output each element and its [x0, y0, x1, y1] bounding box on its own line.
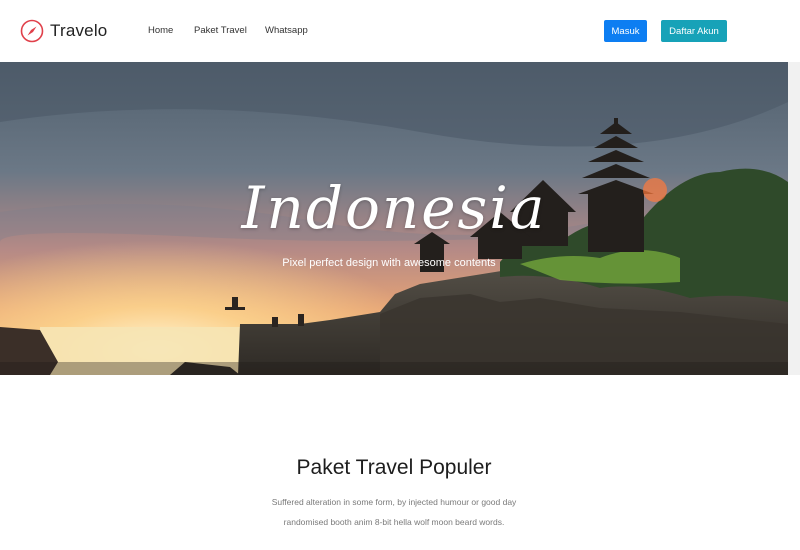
- brand-name: Travelo: [50, 21, 108, 40]
- hero-title: Indonesia: [241, 174, 547, 242]
- section-description-line-1: Suffered alteration in some form, by inj…: [271, 497, 517, 507]
- hero-scroll-edge: [788, 62, 800, 375]
- register-button[interactable]: Daftar Akun: [661, 20, 727, 42]
- nav-link-whatsapp[interactable]: Whatsapp: [265, 25, 308, 36]
- section-description: Suffered alteration in some form, by inj…: [0, 492, 788, 532]
- nav-link-paket-travel[interactable]: Paket Travel: [194, 25, 247, 36]
- nav-link-home[interactable]: Home: [148, 25, 173, 36]
- section-title: Paket Travel Populer: [296, 456, 492, 479]
- hero-banner: Indonesia Pixel perfect design with awes…: [0, 62, 788, 375]
- section-description-line-2: randomised booth anim 8-bit hella wolf m…: [283, 517, 505, 527]
- brand-logo[interactable]: Travelo: [20, 19, 107, 43]
- navbar: Travelo Home Paket Travel Whatsapp Masuk…: [0, 0, 800, 62]
- hero-subtitle: Pixel perfect design with awesome conten…: [282, 257, 496, 269]
- compass-icon: [20, 19, 44, 43]
- login-button[interactable]: Masuk: [604, 20, 647, 42]
